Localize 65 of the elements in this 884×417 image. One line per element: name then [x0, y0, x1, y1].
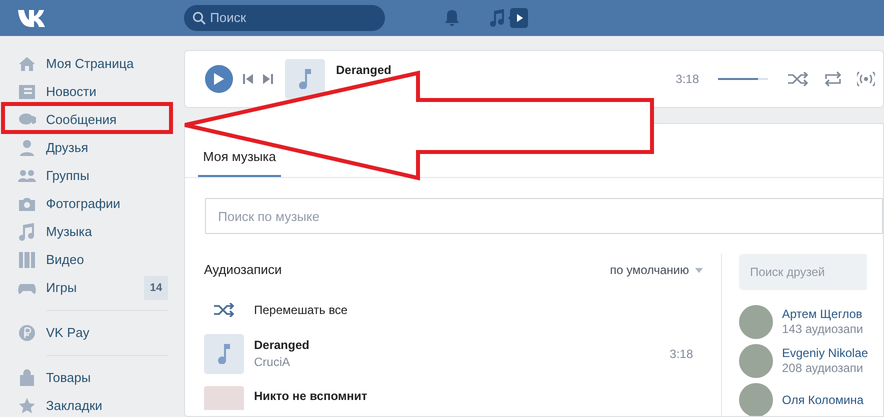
sidebar-item[interactable]: Музыка: [0, 218, 184, 246]
camera-icon: [18, 195, 36, 213]
search-field[interactable]: Поиск: [184, 5, 385, 31]
next-icon[interactable]: [263, 74, 273, 84]
shuffle-icon[interactable]: [788, 72, 808, 86]
search-input[interactable]: Поиск: [210, 8, 370, 28]
count-badge: 14: [144, 276, 168, 300]
broadcast-icon[interactable]: [857, 71, 875, 87]
avatar-placeholder: [739, 344, 773, 378]
section-title: Аудиозаписи: [204, 261, 282, 280]
sidebar-item[interactable]: Фотографии: [0, 190, 184, 218]
sidebar-item[interactable]: Сообщения: [0, 106, 184, 134]
audio-count: 143 аудиозапи: [782, 322, 864, 337]
friend-name: Evgeniy Nikolae: [782, 346, 868, 361]
previous-icon[interactable]: [243, 74, 253, 84]
sidebar-item[interactable]: Товары: [0, 364, 184, 392]
sidebar-item[interactable]: Друзья: [0, 134, 184, 162]
avatar-placeholder: [739, 383, 773, 416]
music-search-field[interactable]: Поиск по музыке: [205, 198, 883, 234]
track-row[interactable]: Deranged CruciA 3:18: [204, 334, 703, 374]
track-duration: 3:18: [670, 346, 693, 363]
sidebar-item[interactable]: Группы: [0, 162, 184, 190]
sort-dropdown[interactable]: по умолчанию: [610, 261, 703, 279]
bell-icon[interactable]: [444, 9, 460, 27]
shuffle-icon: [214, 303, 234, 317]
friends-search-field[interactable]: Поиск друзей: [739, 254, 867, 290]
bag-icon: [18, 369, 36, 387]
play-button[interactable]: [205, 65, 233, 93]
friend-name: Оля Коломина: [782, 392, 864, 408]
sidebar-item[interactable]: Игры 14: [0, 274, 184, 302]
music-note-icon: [218, 344, 230, 364]
sidebar-item[interactable]: VK Pay: [0, 319, 184, 347]
people-icon: [18, 167, 36, 185]
shuffle-all-button[interactable]: Перемешать все: [204, 294, 703, 326]
track-row[interactable]: Никто не вспомнит: [204, 386, 703, 410]
film-icon: [18, 251, 36, 269]
play-icon[interactable]: [508, 8, 528, 28]
track-title: Deranged: [254, 337, 310, 353]
newspaper-icon: [18, 83, 36, 101]
photo-placeholder: [204, 386, 244, 410]
track-duration: 3:18: [676, 71, 699, 88]
music-note-icon: [299, 69, 311, 89]
friend-row[interactable]: Артем Щеглов 143 аудиозапи: [739, 305, 867, 339]
friend-row[interactable]: Оля Коломина: [739, 383, 867, 416]
repeat-icon[interactable]: [823, 71, 843, 87]
caret-icon: [695, 268, 703, 272]
search-icon: [192, 11, 206, 25]
ruble-coin-icon: [18, 324, 36, 342]
track-title: Никто не вспомнит: [254, 388, 368, 404]
sidebar-item[interactable]: Новости: [0, 78, 184, 106]
audio-count: 208 аудиозапи: [782, 361, 864, 376]
artist-name: CruciA: [254, 354, 292, 371]
friend-name: Артем Щеглов: [782, 307, 864, 322]
music-note-icon: [18, 223, 36, 241]
tab[interactable]: Моя музыка: [198, 150, 281, 177]
sidebar-item[interactable]: Закладки: [0, 392, 184, 417]
track-title: Deranged: [336, 62, 392, 79]
sidebar-item[interactable]: Моя Страница: [0, 50, 184, 78]
sidebar-item[interactable]: Видео: [0, 246, 184, 274]
home-icon: [18, 55, 36, 73]
person-icon: [18, 139, 36, 157]
star-icon: [18, 397, 36, 415]
avatar-placeholder: [739, 305, 773, 339]
play-icon: [214, 73, 224, 85]
friend-row[interactable]: Evgeniy Nikolae 208 аудиозапи: [739, 344, 867, 378]
